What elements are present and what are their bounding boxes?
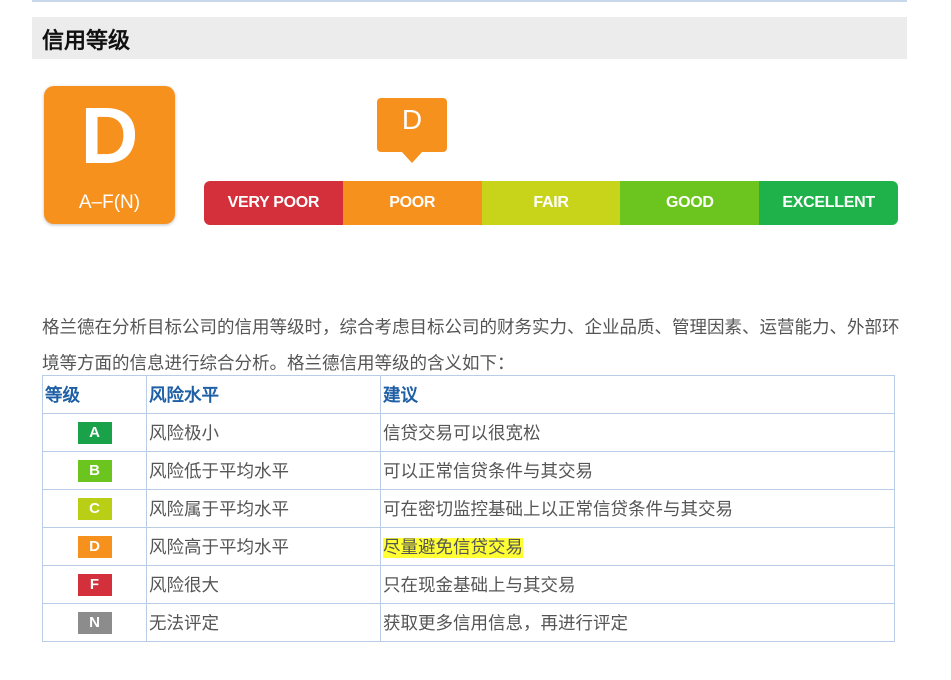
risk-cell: 风险很大: [146, 565, 381, 604]
grade-cell: C: [42, 489, 147, 528]
grade-range: A–F(N): [78, 192, 141, 213]
table-row: C 风险属于平均水平 可在密切监控基础上以正常信贷条件与其交易: [42, 489, 895, 528]
grade-badge-b: B: [77, 459, 112, 482]
scale-segment-poor: POOR: [342, 181, 482, 225]
scale-segment-excellent: EXCELLENT: [759, 181, 898, 225]
pointer-tip: [401, 151, 423, 163]
advice-text: 信贷交易可以很宽松: [383, 424, 541, 444]
header-advice: 建议: [380, 375, 895, 414]
grade-cell: N: [42, 603, 147, 642]
grade-cell: F: [42, 565, 147, 604]
grade-cell: B: [42, 451, 147, 490]
table-row: B 风险低于平均水平 可以正常信贷条件与其交易: [42, 451, 895, 490]
risk-cell: 风险极小: [146, 413, 381, 452]
grade-cell: D: [42, 527, 147, 566]
header-grade: 等级: [42, 375, 147, 414]
table-row: A 风险极小 信贷交易可以很宽松: [42, 413, 895, 452]
grade-badge-f: F: [77, 573, 112, 596]
pointer-letter: D: [401, 104, 423, 135]
scale-pointer: D: [377, 98, 447, 152]
section-title: 信用等级: [42, 29, 131, 54]
header-risk: 风险水平: [146, 375, 381, 414]
risk-cell: 风险高于平均水平: [146, 527, 381, 566]
grade-badge-a: A: [77, 421, 112, 444]
table-row: F 风险很大 只在现金基础上与其交易: [42, 565, 895, 604]
grade-badge-c: C: [77, 497, 112, 520]
advice-text: 可在密切监控基础上以正常信贷条件与其交易: [383, 500, 733, 520]
advice-cell: 信贷交易可以很宽松: [380, 413, 895, 452]
description-paragraph: 格兰德在分析目标公司的信用等级时，综合考虑目标公司的财务实力、企业品质、管理因素…: [42, 318, 900, 374]
risk-cell: 风险低于平均水平: [146, 451, 381, 490]
grade-badge-d: D: [77, 535, 112, 558]
advice-text: 可以正常信贷条件与其交易: [383, 462, 593, 482]
table-header-row: 等级 风险水平 建议: [42, 375, 895, 414]
rating-scale: VERY POOR POOR FAIR GOOD EXCELLENT: [204, 181, 898, 225]
advice-text: 尽量避免信贷交易: [383, 538, 523, 558]
table-row: N 无法评定 获取更多信用信息，再进行评定: [42, 603, 895, 642]
grade-letter: D: [80, 91, 139, 180]
advice-text: 获取更多信用信息，再进行评定: [383, 614, 628, 634]
table-row: D 风险高于平均水平 尽量避免信贷交易: [42, 527, 895, 566]
grade-badge: D A–F(N): [44, 86, 175, 224]
advice-cell: 可在密切监控基础上以正常信贷条件与其交易: [380, 489, 895, 528]
section-header: 信用等级: [32, 17, 907, 59]
grade-cell: A: [42, 413, 147, 452]
advice-text: 只在现金基础上与其交易: [383, 576, 576, 596]
advice-cell: 只在现金基础上与其交易: [380, 565, 895, 604]
advice-cell: 获取更多信用信息，再进行评定: [380, 603, 895, 642]
risk-cell: 风险属于平均水平: [146, 489, 381, 528]
grade-badge-n: N: [77, 611, 112, 634]
advice-cell: 尽量避免信贷交易: [380, 527, 895, 566]
advice-cell: 可以正常信贷条件与其交易: [380, 451, 895, 490]
risk-cell: 无法评定: [146, 603, 381, 642]
top-divider: [32, 0, 907, 2]
scale-segment-fair: FAIR: [481, 181, 621, 225]
scale-segment-very-poor: VERY POOR: [204, 181, 343, 225]
grade-legend-table: 等级 风险水平 建议 A 风险极小 信贷交易可以很宽松 B 风险低于平均水平 可以正常信贷…: [42, 375, 895, 642]
scale-segment-good: GOOD: [620, 181, 760, 225]
